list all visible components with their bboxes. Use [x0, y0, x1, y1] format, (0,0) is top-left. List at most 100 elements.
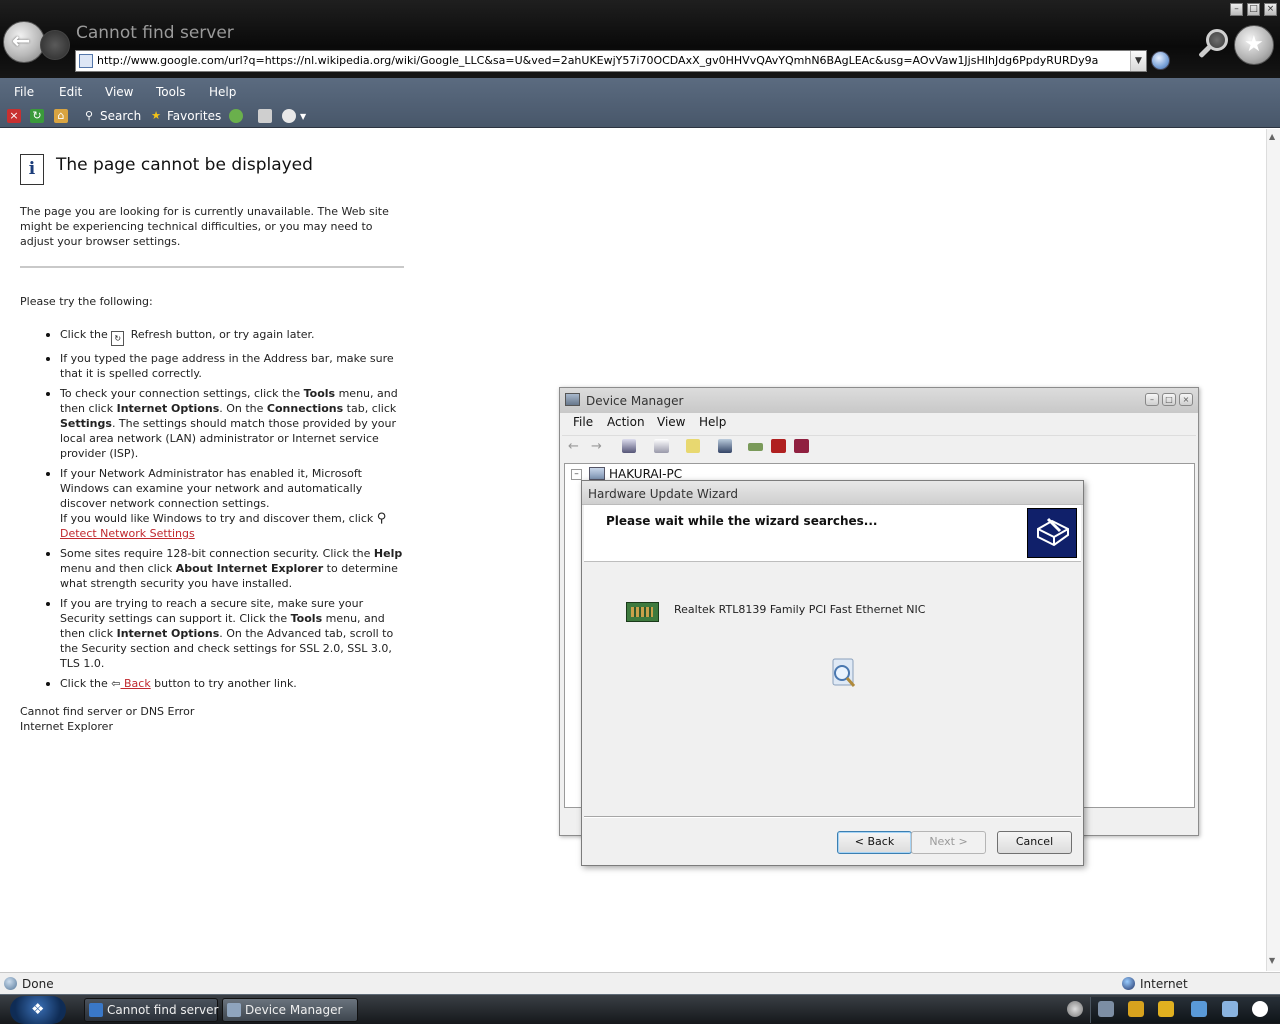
- clock-icon[interactable]: [1252, 1001, 1268, 1017]
- refresh-page-icon: ↻: [111, 331, 125, 346]
- close-button[interactable]: ×: [1264, 3, 1277, 16]
- back-link[interactable]: Back: [120, 677, 151, 690]
- taskbar-item-browser[interactable]: Cannot find server: [84, 998, 218, 1022]
- favorites-star-icon[interactable]: ★: [1234, 25, 1274, 65]
- divider: [20, 266, 404, 268]
- forward-arrow-icon[interactable]: →: [591, 439, 609, 457]
- network-icon[interactable]: [1191, 1001, 1207, 1017]
- close-button[interactable]: ×: [1179, 393, 1193, 406]
- next-button[interactable]: Next >: [911, 831, 986, 854]
- maximize-button[interactable]: □: [1162, 393, 1176, 406]
- detect-network-settings-link[interactable]: Detect Network Settings: [60, 527, 195, 540]
- window-title: Cannot find server: [76, 23, 234, 43]
- menu-edit[interactable]: Edit: [59, 85, 82, 99]
- menu-file[interactable]: File: [14, 85, 34, 99]
- refresh-go-icon[interactable]: [1151, 51, 1170, 70]
- intro-text: The page you are looking for is currentl…: [20, 205, 389, 248]
- update-driver-icon[interactable]: [748, 443, 763, 451]
- favorites-button[interactable]: ★ Favorites: [149, 109, 221, 123]
- print-button[interactable]: [258, 109, 272, 123]
- stop-button[interactable]: ×: [7, 109, 21, 123]
- network-card-icon: [626, 602, 659, 622]
- wizard-header: Please wait while the wizard searches...: [584, 505, 1081, 562]
- menu-view[interactable]: View: [105, 85, 133, 99]
- hardware-wizard-logo-icon: [1027, 508, 1077, 558]
- page-icon: [79, 54, 93, 68]
- scroll-up-icon[interactable]: ▲: [1269, 132, 1275, 141]
- windows-logo-icon: ❖: [31, 1000, 45, 1018]
- hardware-update-wizard: Hardware Update Wizard Please wait while…: [581, 480, 1084, 866]
- search-icon[interactable]: [1098, 1001, 1114, 1017]
- uninstall-icon[interactable]: [771, 439, 786, 453]
- error-footer: Cannot find server or DNS Error Internet…: [20, 704, 194, 734]
- media-button[interactable]: [229, 109, 243, 123]
- chevron-down-icon[interactable]: ▼: [300, 112, 306, 121]
- security-zone[interactable]: Internet: [1140, 977, 1188, 991]
- info-icon: i: [20, 154, 44, 185]
- tree-root-node[interactable]: HAKURAI-PC: [609, 467, 682, 481]
- taskbar: ❖ Cannot find server Device Manager: [0, 994, 1280, 1024]
- lightning-icon[interactable]: [1158, 1001, 1174, 1017]
- list-item: If you are trying to reach a secure site…: [46, 596, 405, 671]
- menu-help[interactable]: Help: [209, 85, 236, 99]
- device-manager-toolbar: ← →: [562, 435, 1196, 463]
- refresh-button[interactable]: ↻: [30, 109, 44, 123]
- page-title: The page cannot be displayed: [56, 155, 313, 175]
- wizard-title-bar[interactable]: Hardware Update Wizard: [582, 481, 1083, 505]
- address-input[interactable]: http://www.google.com/url?q=https://nl.w…: [97, 54, 1127, 67]
- list-item: To check your connection settings, click…: [46, 386, 405, 461]
- home-icon: ⌂: [54, 109, 68, 123]
- maximize-button[interactable]: □: [1247, 3, 1260, 16]
- error-type: Cannot find server or DNS Error: [20, 705, 195, 718]
- chevron-down-icon[interactable]: ▼: [1130, 51, 1146, 71]
- monitor-icon[interactable]: [1222, 1001, 1238, 1017]
- vertical-scrollbar[interactable]: ▲ ▼: [1266, 129, 1280, 971]
- taskbar-item-device-manager[interactable]: Device Manager: [222, 998, 358, 1022]
- device-manager-title-bar[interactable]: Device Manager – □ ×: [560, 388, 1198, 413]
- searching-magnifier-icon: [832, 658, 856, 687]
- dm-menu-help[interactable]: Help: [699, 415, 726, 429]
- status-bar: Done Internet: [0, 972, 1280, 994]
- dm-menu-file[interactable]: File: [573, 415, 593, 429]
- messenger-button[interactable]: ▼: [282, 109, 306, 123]
- page-status-icon: [4, 977, 17, 990]
- minimize-button[interactable]: –: [1145, 393, 1159, 406]
- system-tray: [1067, 997, 1280, 1023]
- collapse-icon[interactable]: –: [571, 469, 582, 480]
- back-arrow-icon[interactable]: ←: [3, 21, 45, 63]
- computer-icon: [227, 1003, 241, 1017]
- computer-icon: [589, 467, 605, 480]
- media-icon: [229, 109, 243, 123]
- address-bar[interactable]: http://www.google.com/url?q=https://nl.w…: [75, 50, 1147, 72]
- tray-orb-icon[interactable]: [1067, 1001, 1083, 1017]
- wizard-heading: Please wait while the wizard searches...: [606, 514, 878, 528]
- device-manager-title: Device Manager: [586, 394, 684, 408]
- list-item: Click the ⇦ Back button to try another l…: [46, 676, 405, 691]
- forward-arrow-icon[interactable]: [40, 30, 70, 60]
- help-icon[interactable]: [686, 439, 700, 453]
- menu-tools[interactable]: Tools: [156, 85, 186, 99]
- star-icon: ★: [151, 109, 161, 122]
- back-button[interactable]: < Back: [837, 831, 912, 854]
- start-button[interactable]: ❖: [10, 996, 66, 1024]
- dm-menu-action[interactable]: Action: [607, 415, 645, 429]
- cancel-button[interactable]: Cancel: [997, 831, 1072, 854]
- disable-icon[interactable]: [794, 439, 809, 453]
- home-button[interactable]: ⌂: [54, 109, 68, 123]
- search-button[interactable]: ⚲ Search: [82, 109, 141, 123]
- back-arrow-icon[interactable]: ←: [568, 439, 586, 457]
- status-text: Done: [22, 977, 54, 991]
- favorites-label: Favorites: [167, 109, 222, 123]
- wizard-body: Realtek RTL8139 Family PCI Fast Ethernet…: [584, 563, 1081, 815]
- computer-icon: [565, 393, 580, 406]
- list-item: Click the ↻ Refresh button, or try again…: [46, 327, 405, 346]
- minimize-button[interactable]: –: [1230, 3, 1243, 16]
- show-hide-tree-icon[interactable]: [622, 439, 636, 453]
- search-icon[interactable]: [1196, 26, 1232, 62]
- properties-icon[interactable]: [654, 439, 669, 453]
- divider: [584, 816, 1081, 818]
- scan-hardware-icon[interactable]: [718, 439, 732, 453]
- folder-icon[interactable]: [1128, 1001, 1144, 1017]
- dm-menu-view[interactable]: View: [657, 415, 685, 429]
- scroll-down-icon[interactable]: ▼: [1269, 956, 1275, 965]
